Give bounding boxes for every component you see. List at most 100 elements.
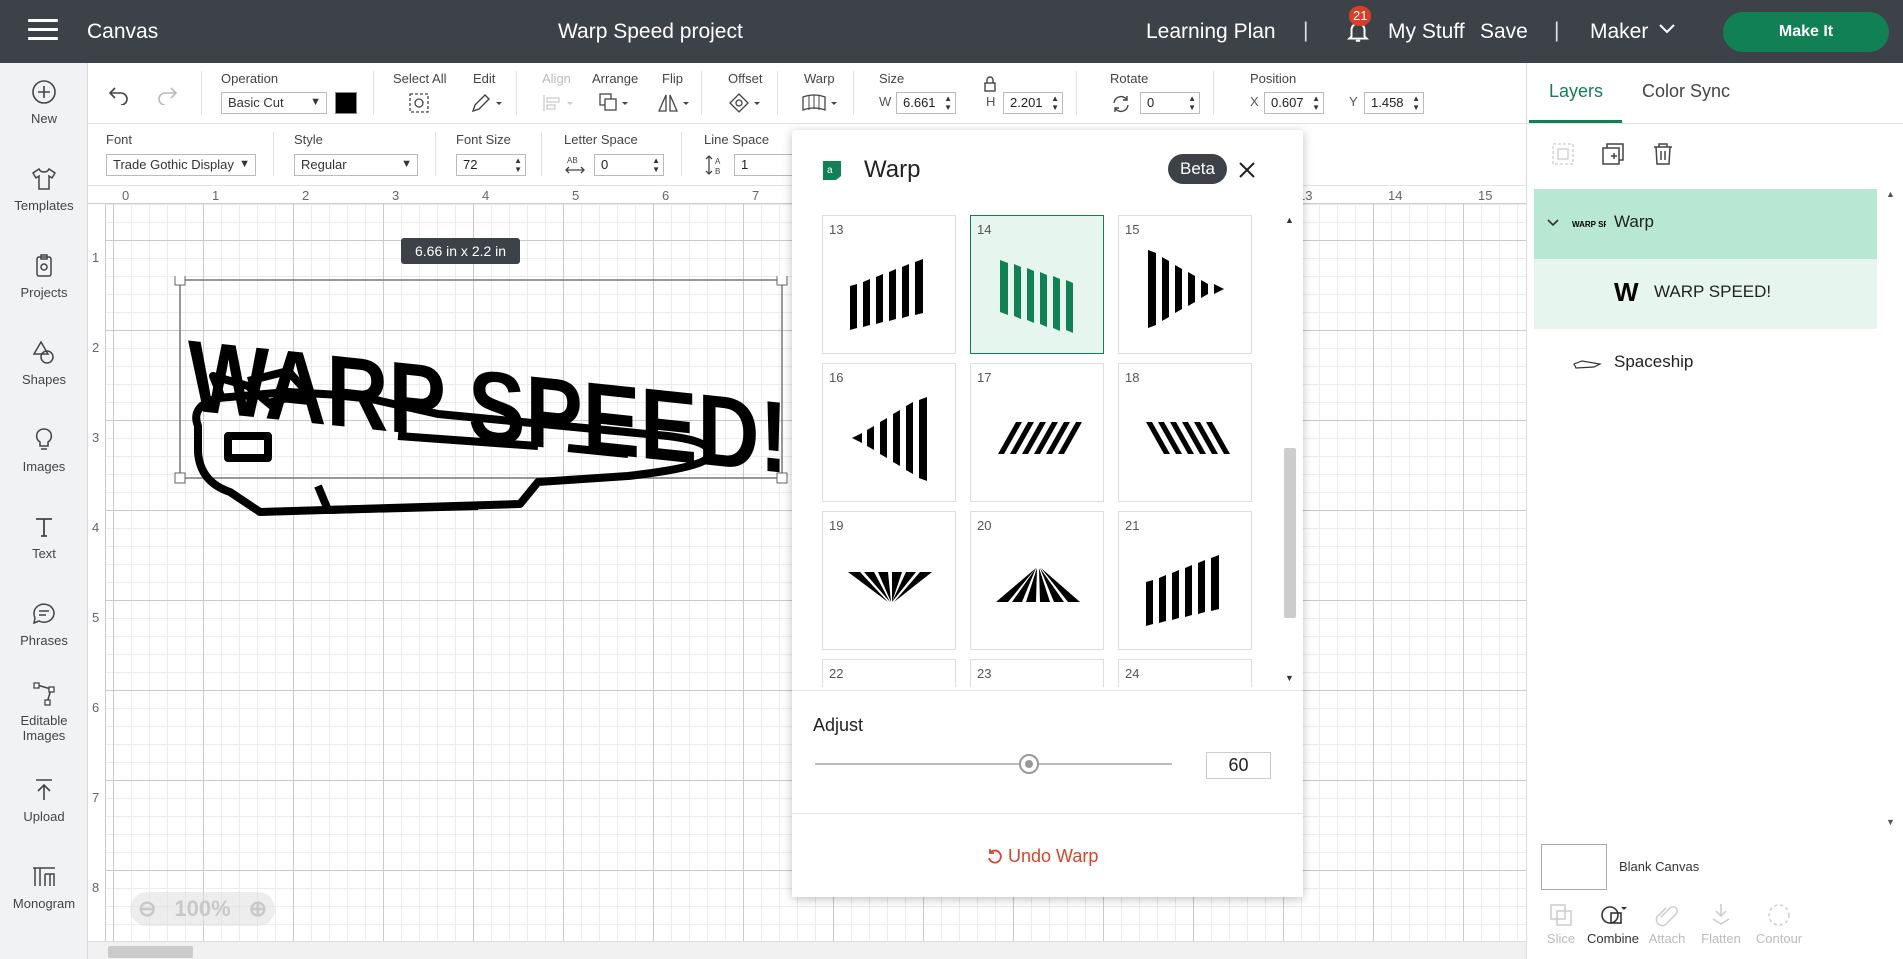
layer-text-warp-speed[interactable]: W WARP SPEED! <box>1534 259 1877 329</box>
scroll-up-icon[interactable]: ▲ <box>1285 215 1294 225</box>
layer-image-spaceship[interactable]: Spaceship <box>1534 329 1877 399</box>
sidebar-item-text[interactable]: Text <box>0 512 88 561</box>
sidebar-item-projects[interactable]: Projects <box>0 251 88 300</box>
sidebar-item-phrases[interactable]: Phrases <box>0 599 88 648</box>
warp-tile-15[interactable]: 15 <box>1118 215 1252 354</box>
scrollbar-thumb[interactable] <box>1284 448 1296 618</box>
machine-selector[interactable]: Maker <box>1590 20 1648 44</box>
flatten-button[interactable]: Flatten <box>1691 901 1751 946</box>
learning-plan-link[interactable]: Learning Plan <box>1146 20 1276 44</box>
hamburger-menu-icon[interactable] <box>28 19 58 43</box>
stepper-icon[interactable]: ▲ ▼ <box>1188 94 1196 112</box>
layers-scrollbar[interactable]: ▲ ▼ <box>1883 189 1899 829</box>
warp-tile-20[interactable]: 20 <box>970 511 1104 650</box>
resize-handle[interactable] <box>174 472 186 484</box>
rotate-icon[interactable] <box>1110 93 1132 115</box>
operation-select[interactable]: Basic Cut ▼ <box>221 92 327 114</box>
adjust-value-input[interactable]: 60 <box>1206 752 1271 779</box>
warp-tile-16[interactable]: 16 <box>822 363 956 502</box>
sidebar-item-new[interactable]: New <box>0 77 88 126</box>
y-position-input[interactable]: 1.458 ▲ ▼ <box>1364 92 1424 114</box>
style-select[interactable]: Regular ▼ <box>294 154 418 176</box>
my-stuff-link[interactable]: My Stuff <box>1388 20 1465 44</box>
rotate-input[interactable]: 0 ▲ ▼ <box>1140 92 1200 114</box>
zoom-out-icon[interactable]: ⊖ <box>138 892 156 926</box>
edit-pencil-icon[interactable] <box>470 92 504 114</box>
blank-canvas-swatch[interactable] <box>1541 844 1607 890</box>
redo-icon[interactable] <box>156 85 178 105</box>
scrollbar-thumb[interactable] <box>108 946 193 958</box>
chevron-down-icon[interactable] <box>1546 216 1560 230</box>
adjust-slider-handle[interactable] <box>1019 754 1040 774</box>
scroll-up-icon[interactable]: ▲ <box>1886 189 1895 199</box>
project-title[interactable]: Warp Speed project <box>558 20 743 44</box>
warp-tile-14[interactable]: 14 <box>970 215 1104 354</box>
font-size-input[interactable]: 72 ▲ ▼ <box>456 154 526 176</box>
layer-group-warp[interactable]: WARP SPEED Warp <box>1534 189 1877 259</box>
warp-tile-21[interactable]: 21 <box>1118 511 1252 650</box>
stepper-icon[interactable]: ▲ ▼ <box>652 156 660 174</box>
make-it-button[interactable]: Make It <box>1723 12 1889 52</box>
stepper-icon[interactable]: ▲ ▼ <box>1051 94 1059 112</box>
zoom-in-icon[interactable]: ⊕ <box>249 892 267 926</box>
stepper-icon[interactable]: ▲ ▼ <box>944 94 952 112</box>
align-icon[interactable] <box>541 92 575 114</box>
warp-tile-24[interactable]: 24 <box>1118 659 1252 687</box>
blank-canvas-label: Blank Canvas <box>1619 859 1700 874</box>
warp-tile-18[interactable]: 18 <box>1118 363 1252 502</box>
tab-layers[interactable]: Layers <box>1549 81 1603 102</box>
height-input[interactable]: 2.201 ▲ ▼ <box>1003 92 1063 114</box>
x-position-input[interactable]: 0.607 ▲ ▼ <box>1264 92 1324 114</box>
stepper-icon[interactable]: ▲ ▼ <box>1312 94 1320 112</box>
flip-icon[interactable] <box>656 92 692 114</box>
group-icon[interactable] <box>1549 140 1577 168</box>
scroll-down-icon[interactable]: ▼ <box>1886 817 1895 827</box>
warp-icon[interactable] <box>801 92 841 114</box>
warp-tile-13[interactable]: 13 <box>822 215 956 354</box>
attach-button[interactable]: Attach <box>1637 901 1697 946</box>
undo-warp-button[interactable]: Undo Warp <box>986 846 1098 867</box>
warp-tile-19[interactable]: 19 <box>822 511 956 650</box>
sidebar-item-templates[interactable]: Templates <box>0 164 88 213</box>
resize-handle[interactable] <box>174 276 186 286</box>
sidebar-item-editable-images[interactable]: Editable Images <box>0 679 88 743</box>
combine-button[interactable]: Combine <box>1583 901 1643 946</box>
scroll-down-icon[interactable]: ▼ <box>1285 673 1294 683</box>
sidebar-item-monogram[interactable]: Monogram <box>0 862 88 911</box>
operation-color-swatch[interactable] <box>335 92 357 114</box>
sidebar-item-upload[interactable]: Upload <box>0 775 88 824</box>
chevron-down-icon[interactable] <box>1658 22 1676 36</box>
warp-tile-22[interactable]: 22 <box>822 659 956 687</box>
warp-speed-text[interactable]: WARP SPEED! <box>188 318 788 495</box>
offset-icon[interactable] <box>728 92 764 114</box>
stepper-icon[interactable]: ▲ ▼ <box>1412 94 1420 112</box>
select-all-icon[interactable] <box>408 92 430 114</box>
lock-icon[interactable] <box>983 75 997 93</box>
close-icon[interactable] <box>1237 160 1257 180</box>
arrange-icon[interactable] <box>598 92 632 114</box>
sidebar-item-shapes[interactable]: Shapes <box>0 338 88 387</box>
letter-space-icon[interactable]: AB <box>564 154 586 176</box>
width-input[interactable]: 6.661 ▲ ▼ <box>896 92 956 114</box>
zoom-control[interactable]: ⊖ 100% ⊕ <box>130 892 275 926</box>
warp-tile-17[interactable]: 17 <box>970 363 1104 502</box>
slice-button[interactable]: Slice <box>1531 901 1591 946</box>
horizontal-scrollbar[interactable] <box>88 941 1526 959</box>
warp-tile-23[interactable]: 23 <box>970 659 1104 687</box>
line-space-icon[interactable]: AB <box>704 154 726 176</box>
stepper-icon[interactable]: ▲ ▼ <box>514 156 522 174</box>
trash-icon[interactable] <box>1649 140 1677 168</box>
warped-design[interactable]: WARP SPEED! <box>168 276 888 576</box>
warp-grid-scrollbar[interactable]: ▲ ▼ <box>1282 215 1298 687</box>
duplicate-icon[interactable] <box>1599 140 1627 168</box>
contour-button[interactable]: Contour <box>1749 901 1809 946</box>
sidebar-item-images[interactable]: Images <box>0 425 88 474</box>
font-select[interactable]: Trade Gothic Display ▼ <box>106 154 256 176</box>
resize-handle[interactable] <box>776 276 788 286</box>
save-button[interactable]: Save <box>1480 20 1528 44</box>
undo-icon[interactable] <box>108 85 130 105</box>
adjust-slider-track[interactable] <box>815 763 1172 765</box>
line-space-input[interactable]: 1 <box>734 154 794 176</box>
tab-color-sync[interactable]: Color Sync <box>1642 81 1730 102</box>
letter-space-input[interactable]: 0 ▲ ▼ <box>594 154 664 176</box>
